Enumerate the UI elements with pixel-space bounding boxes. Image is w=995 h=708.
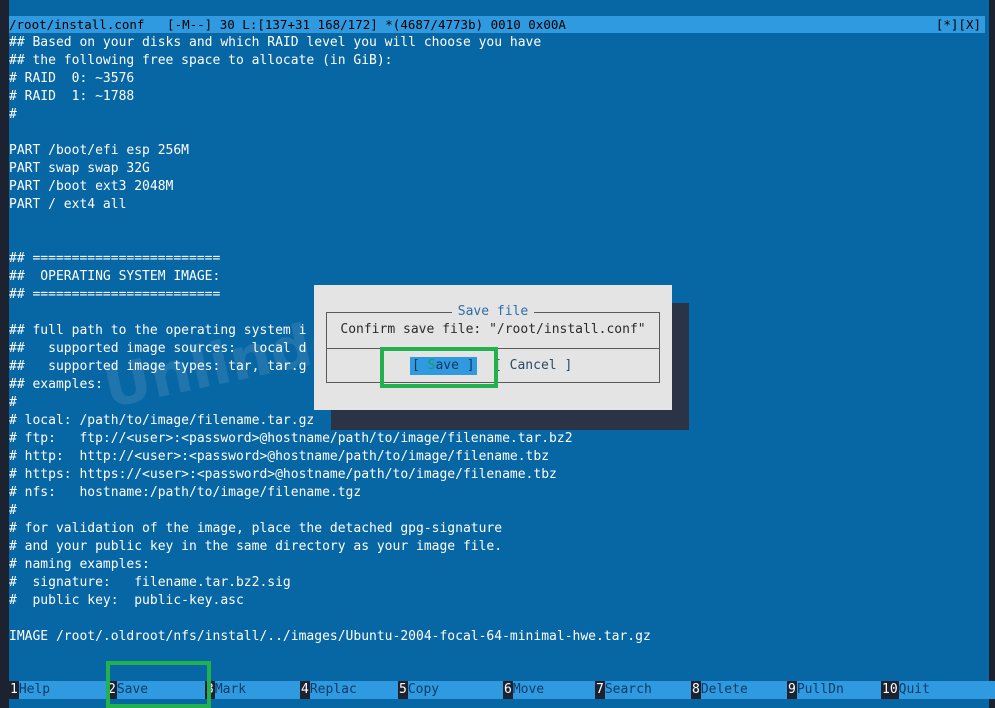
file-line[interactable]: # signature: filename.tar.bz2.sig <box>9 574 985 592</box>
fkey-pulldn[interactable]: 9PullDn <box>787 681 883 699</box>
editor-status-bar: /root/install.conf [-M--] 30 L:[137+31 1… <box>9 16 985 33</box>
file-line[interactable] <box>9 610 985 628</box>
fkey-label: Help <box>18 681 109 699</box>
window-controls-text[interactable]: [*][X] <box>936 16 981 33</box>
file-line[interactable]: ## ======================== <box>9 250 985 268</box>
file-line[interactable]: IMAGE /root/.oldroot/nfs/install/../imag… <box>9 628 985 646</box>
fkey-number: 5 <box>398 681 408 699</box>
fkey-number: 4 <box>300 681 310 699</box>
fkey-copy[interactable]: 5Copy <box>398 681 506 699</box>
fkey-label: Copy <box>407 681 506 699</box>
fkey-label: Move <box>512 681 597 699</box>
fkey-delete[interactable]: 8Delete <box>691 681 789 699</box>
fkey-mark[interactable]: 3Mark <box>205 681 303 699</box>
fkey-number: 1 <box>9 681 19 699</box>
fkey-label: Delete <box>700 681 789 699</box>
file-line[interactable] <box>9 232 985 250</box>
fkey-label: Quit <box>898 681 995 699</box>
file-line[interactable]: # RAID 0: ~3576 <box>9 70 985 88</box>
fkey-quit[interactable]: 10Quit <box>881 681 995 699</box>
file-line[interactable]: # naming examples: <box>9 556 985 574</box>
file-line[interactable]: PART /boot ext3 2048M <box>9 178 985 196</box>
file-line[interactable]: # <box>9 106 985 124</box>
fkey-move[interactable]: 6Move <box>503 681 597 699</box>
file-line[interactable]: PART / ext4 all <box>9 196 985 214</box>
file-status-text: /root/install.conf [-M--] 30 L:[137+31 1… <box>9 17 566 32</box>
file-line[interactable]: ## Based on your disks and which RAID le… <box>9 34 985 52</box>
dialog-title: Save file <box>314 304 672 320</box>
fkey-number: 7 <box>595 681 605 699</box>
fkey-label: Mark <box>214 681 303 699</box>
file-line[interactable]: # for validation of the image, place the… <box>9 520 985 538</box>
file-line[interactable]: # https: https://<user>:<password>@hostn… <box>9 466 985 484</box>
file-line[interactable]: # public key: public-key.asc <box>9 592 985 610</box>
file-line[interactable]: ## OPERATING SYSTEM IMAGE: <box>9 268 985 286</box>
dialog-message: Confirm save file: "/root/install.conf" <box>340 322 646 337</box>
file-line[interactable]: PART /boot/efi esp 256M <box>9 142 985 160</box>
file-line[interactable]: # RAID 1: ~1788 <box>9 88 985 106</box>
cancel-button[interactable]: [ Cancel ] <box>494 357 572 375</box>
file-line[interactable]: # ftp: ftp://<user>:<password>@hostname/… <box>9 430 985 448</box>
highlight-save-button <box>380 347 498 388</box>
file-line[interactable] <box>9 124 985 142</box>
fkey-label: PullDn <box>796 681 883 699</box>
fkey-replac[interactable]: 4Replac <box>300 681 400 699</box>
file-line[interactable]: # nfs: hostname:/path/to/image/filename.… <box>9 484 985 502</box>
fkey-number: 8 <box>691 681 701 699</box>
fkey-number: 6 <box>503 681 513 699</box>
fkey-number: 10 <box>881 681 899 699</box>
file-line[interactable] <box>9 214 985 232</box>
fkey-label: Replac <box>309 681 400 699</box>
fkey-search[interactable]: 7Search <box>595 681 693 699</box>
file-line[interactable]: # http: http://<user>:<password>@hostnam… <box>9 448 985 466</box>
fkey-label: Search <box>604 681 693 699</box>
fkey-number: 9 <box>787 681 797 699</box>
fkey-help[interactable]: 1Help <box>9 681 109 699</box>
file-line[interactable]: # and your public key in the same direct… <box>9 538 985 556</box>
file-line[interactable]: ## the following free space to allocate … <box>9 52 985 70</box>
highlight-f2-save <box>106 661 211 708</box>
file-line[interactable]: PART swap swap 32G <box>9 160 985 178</box>
file-line[interactable]: # <box>9 502 985 520</box>
